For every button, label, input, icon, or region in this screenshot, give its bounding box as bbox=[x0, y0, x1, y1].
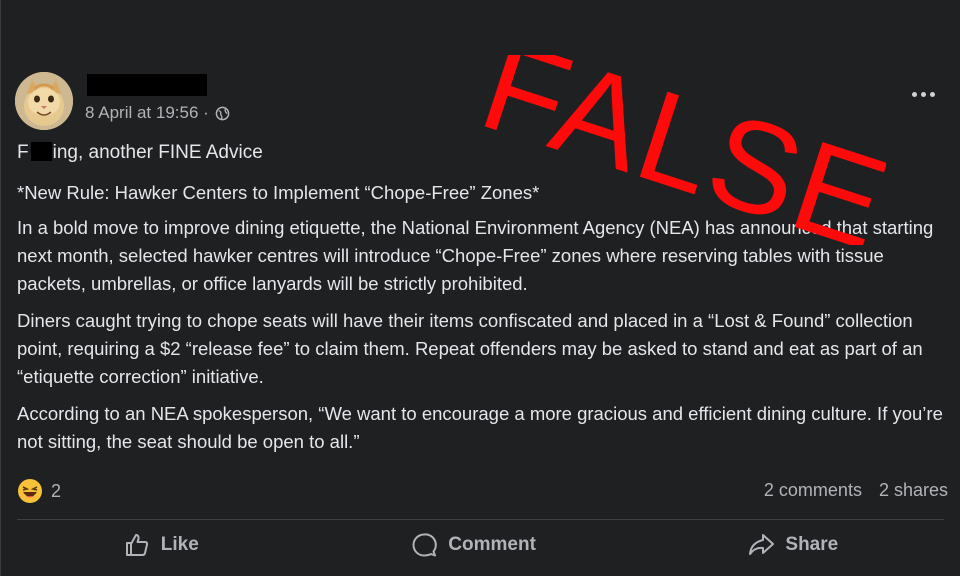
cat-avatar-image bbox=[15, 72, 73, 130]
engagement-counts: 2 comments 2 shares bbox=[764, 480, 948, 501]
post-meta: 8 April at 19:56 · bbox=[85, 103, 230, 123]
like-label: Like bbox=[160, 534, 199, 555]
action-bar: Like Comment Share bbox=[17, 522, 944, 568]
comments-count[interactable]: 2 comments bbox=[764, 480, 862, 501]
more-options-icon[interactable] bbox=[905, 84, 941, 104]
reactions-summary[interactable]: 2 bbox=[17, 478, 61, 504]
redacted-username bbox=[87, 74, 207, 96]
redacted-word bbox=[30, 142, 52, 161]
share-button[interactable]: Share bbox=[737, 525, 848, 565]
post-paragraph-2: Diners caught trying to chope seats will… bbox=[17, 310, 923, 387]
globe-icon bbox=[215, 106, 230, 120]
post-headline: *New Rule: Hawker Centers to Implement “… bbox=[17, 182, 540, 203]
post-body: Fing, another FINE Advice *New Rule: Haw… bbox=[17, 142, 952, 465]
shares-count[interactable]: 2 shares bbox=[879, 480, 948, 501]
post-paragraph-3: According to an NEA spokesperson, “We wa… bbox=[17, 403, 943, 452]
post-paragraph-1: In a bold move to improve dining etiquet… bbox=[17, 217, 934, 294]
comment-button[interactable]: Comment bbox=[400, 525, 546, 565]
divider bbox=[17, 519, 944, 520]
comment-bubble-icon bbox=[412, 533, 438, 557]
thumbs-up-icon bbox=[125, 534, 148, 556]
reaction-count: 2 bbox=[51, 480, 62, 501]
share-arrow-icon bbox=[749, 534, 775, 555]
post-timestamp[interactable]: 8 April at 19:56 · bbox=[85, 103, 209, 123]
avatar[interactable] bbox=[15, 72, 73, 130]
share-label: Share bbox=[785, 534, 839, 555]
laughing-emoji-icon bbox=[18, 479, 42, 503]
comment-label: Comment bbox=[448, 534, 536, 555]
facebook-post-card: 8 April at 19:56 · Fing, another FINE Ad… bbox=[0, 0, 960, 576]
intro-suffix: ing, another FINE Advice bbox=[52, 142, 263, 163]
intro-prefix: F bbox=[17, 142, 29, 163]
like-button[interactable]: Like bbox=[113, 525, 209, 565]
post-intro-line: Fing, another FINE Advice bbox=[17, 142, 952, 164]
